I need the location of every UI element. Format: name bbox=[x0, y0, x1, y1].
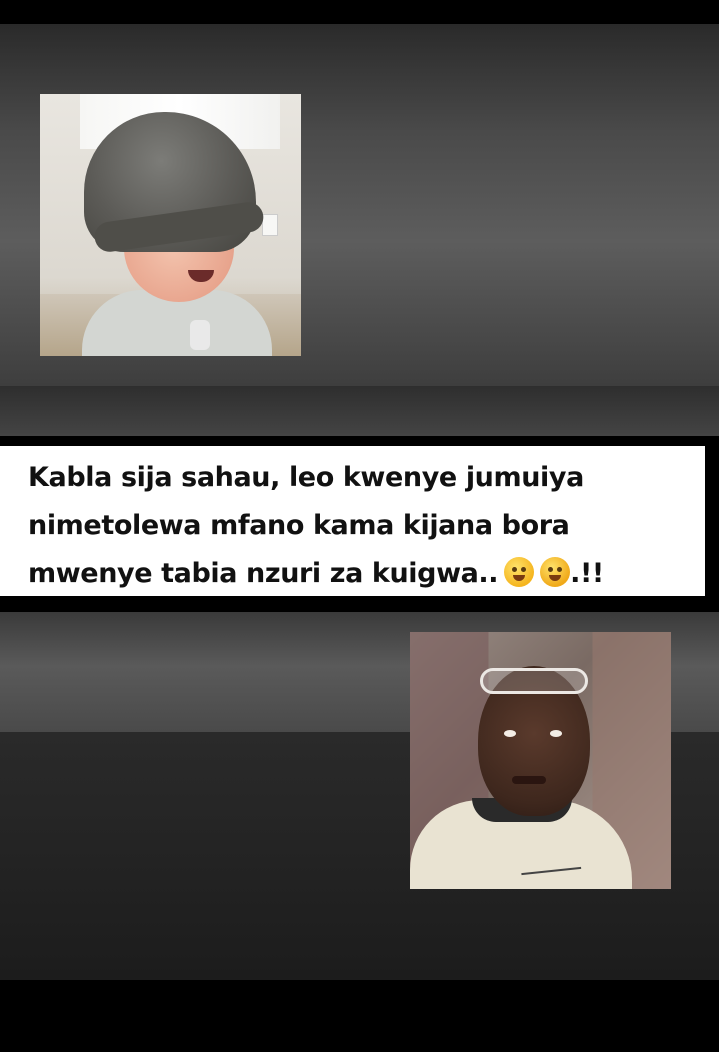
flushed-face-emoji-icon bbox=[504, 557, 535, 587]
photo-wall-outlet bbox=[262, 214, 278, 236]
photo-kid-eye-left bbox=[504, 730, 516, 737]
photo-pacifier bbox=[190, 320, 210, 350]
caption-suffix: .!! bbox=[570, 558, 604, 589]
child-photo bbox=[410, 632, 671, 889]
photo-goggles bbox=[480, 668, 588, 694]
caption-card: Kabla sija sahau, leo kwenye jumuiya nim… bbox=[0, 446, 705, 596]
background-band-mid bbox=[0, 386, 719, 436]
photo-kid-mouth bbox=[512, 776, 546, 784]
emoji-mouth bbox=[513, 575, 526, 581]
baby-photo bbox=[40, 94, 301, 356]
caption-line-1: Kabla sija sahau, leo kwenye jumuiya bbox=[28, 462, 584, 493]
emoji-mouth bbox=[549, 575, 562, 581]
caption-line-3: mwenye tabia nzuri za kuigwa...!! bbox=[28, 550, 695, 598]
caption-line-3-text: mwenye tabia nzuri za kuigwa.. bbox=[28, 558, 499, 589]
caption-line-2: nimetolewa mfano kama kijana bora bbox=[28, 510, 570, 541]
laughing-tears-emoji-icon bbox=[540, 557, 571, 587]
story-view: Kabla sija sahau, leo kwenye jumuiya nim… bbox=[0, 0, 719, 1052]
photo-kid-eye-right bbox=[550, 730, 562, 737]
